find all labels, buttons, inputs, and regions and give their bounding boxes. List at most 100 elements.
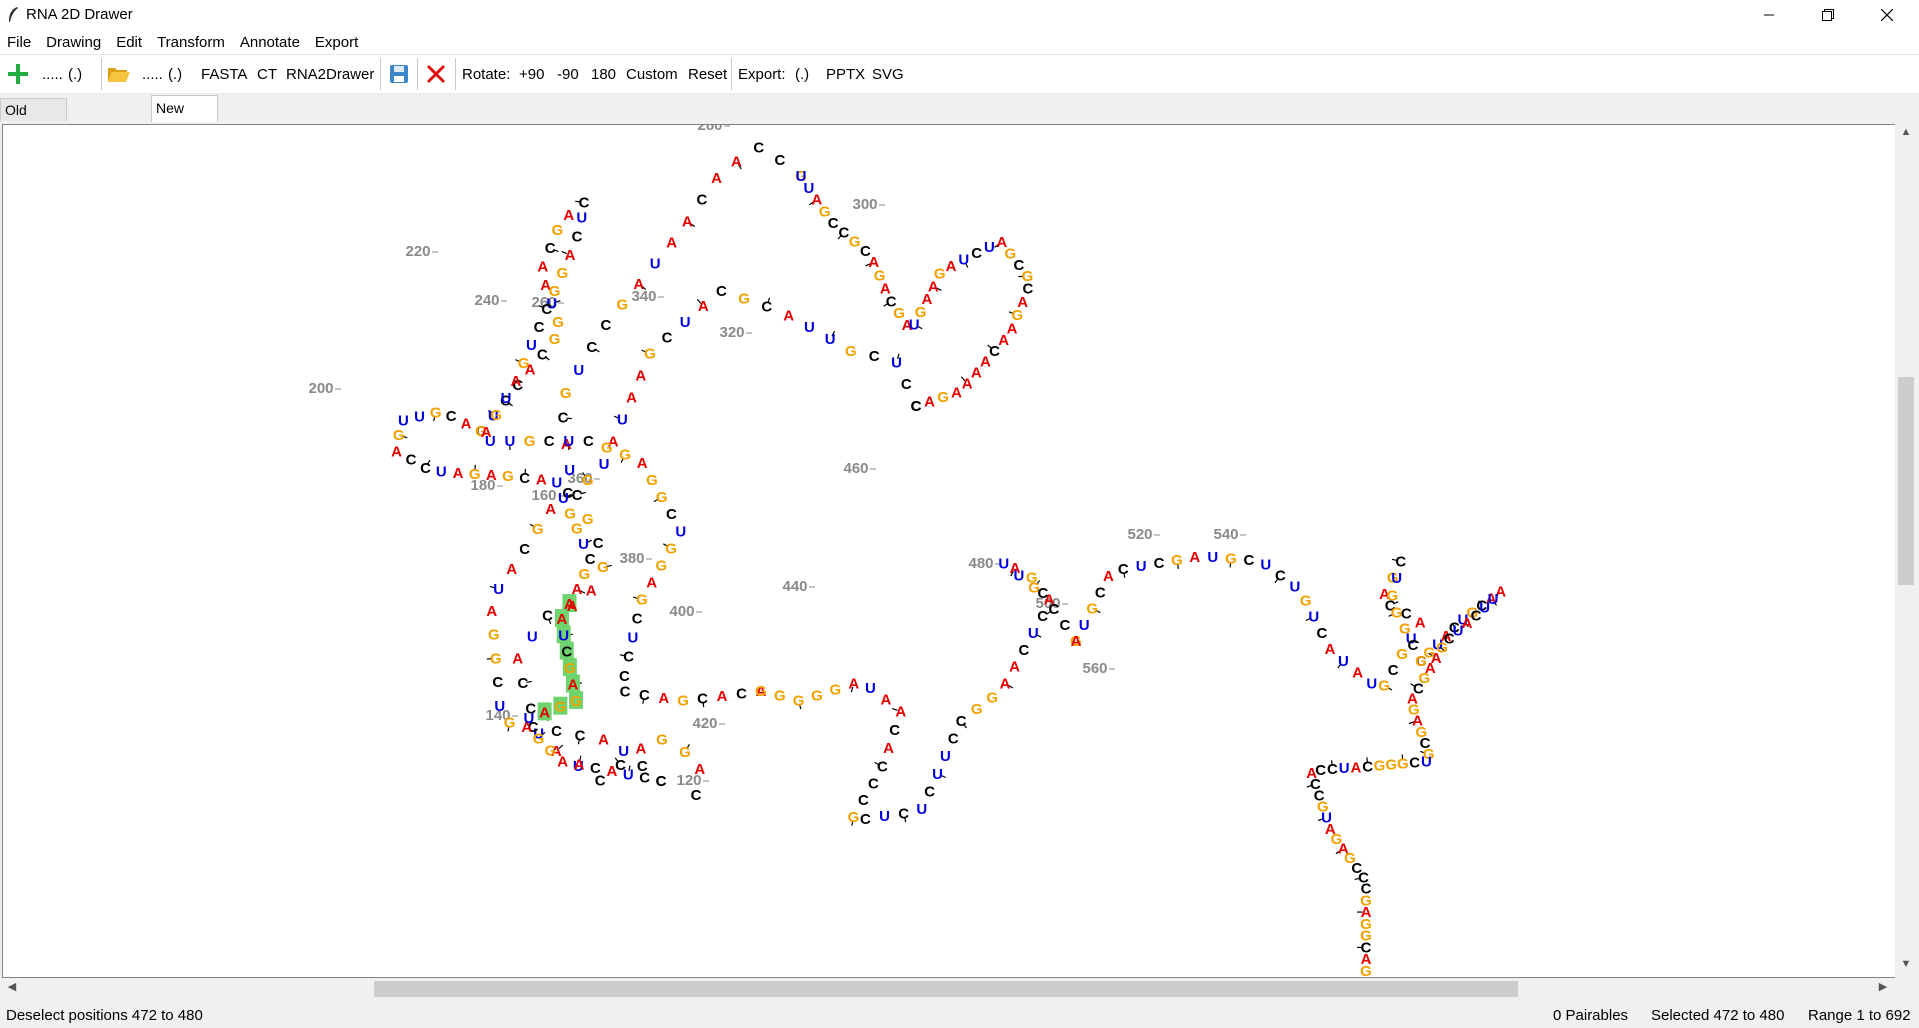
nucleotide[interactable]: G bbox=[579, 566, 591, 583]
nucleotide[interactable]: A bbox=[598, 732, 609, 749]
nucleotide[interactable]: U bbox=[617, 412, 628, 429]
nucleotide[interactable]: C bbox=[1362, 758, 1373, 775]
save-button[interactable] bbox=[389, 55, 409, 93]
rna-structure-drawing[interactable]: 120140160180200220240 2602803003203403603… bbox=[3, 125, 1896, 977]
nucleotide[interactable]: C bbox=[1244, 552, 1255, 569]
nucleotide[interactable]: G bbox=[1386, 588, 1398, 605]
nucleotide[interactable]: C bbox=[572, 229, 583, 246]
nucleotide[interactable]: U bbox=[504, 433, 515, 450]
nucleotide[interactable]: U bbox=[804, 319, 815, 336]
tab-new-structure[interactable]: New PEMV-2 Structure bbox=[151, 95, 218, 166]
nucleotide[interactable]: C bbox=[1327, 761, 1338, 778]
nucleotide[interactable]: U bbox=[1028, 625, 1039, 642]
nucleotide[interactable]: A bbox=[539, 704, 550, 721]
close-button[interactable] bbox=[1864, 0, 1910, 30]
open-rna2drawer-button[interactable]: RNA2Drawer bbox=[286, 55, 374, 93]
nucleotide[interactable]: U bbox=[1136, 558, 1147, 575]
nucleotide[interactable]: U bbox=[1339, 760, 1350, 777]
nucleotide[interactable]: G bbox=[656, 489, 668, 506]
nucleotide[interactable]: G bbox=[552, 222, 564, 239]
nucleotide[interactable]: G bbox=[430, 404, 442, 421]
nucleotide[interactable]: A bbox=[606, 763, 617, 780]
open-button[interactable] bbox=[107, 55, 131, 93]
horizontal-scrollbar[interactable]: ◀ ▶ bbox=[0, 978, 1895, 1000]
nucleotide[interactable]: G bbox=[1360, 963, 1372, 977]
nucleotide[interactable]: G bbox=[1300, 592, 1312, 609]
nucleotide[interactable]: U bbox=[680, 314, 691, 331]
nucleotide[interactable]: G bbox=[571, 521, 583, 538]
nucleotide[interactable]: A bbox=[565, 247, 576, 264]
nucleotide[interactable]: A bbox=[1350, 759, 1361, 776]
nucleotide[interactable]: C bbox=[492, 674, 503, 691]
nucleotide[interactable]: U bbox=[1338, 653, 1349, 670]
nucleotide[interactable]: G bbox=[619, 447, 631, 464]
nucleotide[interactable]: G bbox=[679, 744, 691, 761]
nucleotide[interactable]: G bbox=[502, 468, 514, 485]
nucleotide[interactable]: U bbox=[998, 555, 1009, 572]
nucleotide[interactable]: G bbox=[518, 355, 530, 372]
nucleotide[interactable]: G bbox=[1378, 678, 1390, 695]
new-dotbracket-button[interactable]: (.) bbox=[68, 55, 82, 93]
nucleotide[interactable]: A bbox=[711, 170, 722, 187]
menu-drawing[interactable]: Drawing bbox=[39, 34, 109, 51]
nucleotide[interactable]: C bbox=[828, 215, 839, 232]
nucleotide[interactable]: C bbox=[1018, 642, 1029, 659]
vertical-scrollbar[interactable]: ▲ ▼ bbox=[1895, 124, 1917, 978]
nucleotide[interactable]: C bbox=[541, 301, 552, 318]
nucleotide[interactable]: G bbox=[934, 266, 946, 283]
nucleotide[interactable]: C bbox=[956, 713, 967, 730]
nucleotide[interactable]: U bbox=[958, 252, 969, 269]
nucleotide[interactable]: C bbox=[1049, 601, 1060, 618]
nucleotide[interactable]: U bbox=[825, 331, 836, 348]
nucleotide[interactable]: C bbox=[544, 433, 555, 450]
nucleotide[interactable]: G bbox=[393, 427, 405, 444]
nucleotide[interactable]: U bbox=[564, 462, 575, 479]
nucleotide[interactable]: A bbox=[717, 688, 728, 705]
nucleotide[interactable]: G bbox=[755, 683, 767, 700]
nucleotide[interactable]: A bbox=[694, 761, 705, 778]
nucleotide[interactable]: A bbox=[731, 153, 742, 170]
nucleotide[interactable]: G bbox=[490, 407, 502, 424]
nucleotide[interactable]: A bbox=[682, 214, 693, 231]
nucleotide[interactable]: A bbox=[883, 740, 894, 757]
nucleotide[interactable]: A bbox=[586, 583, 597, 600]
nucleotide[interactable]: C bbox=[1154, 555, 1165, 572]
nucleotide[interactable]: U bbox=[398, 412, 409, 429]
nucleotide[interactable]: G bbox=[564, 505, 576, 522]
nucleotide[interactable]: G bbox=[849, 234, 861, 251]
nucleotide[interactable]: C bbox=[1037, 608, 1048, 625]
nucleotide[interactable]: G bbox=[1225, 550, 1237, 567]
nucleotide[interactable]: G bbox=[555, 699, 567, 716]
nucleotide[interactable]: C bbox=[561, 644, 572, 661]
nucleotide[interactable]: A bbox=[637, 455, 648, 472]
nucleotide[interactable]: U bbox=[1207, 549, 1218, 566]
rotate-plus-90-button[interactable]: +90 bbox=[519, 55, 544, 93]
nucleotide[interactable]: G bbox=[524, 433, 536, 450]
nucleotide[interactable]: C bbox=[948, 730, 959, 747]
nucleotide[interactable]: A bbox=[557, 611, 568, 628]
export-svg-button[interactable]: SVG bbox=[872, 55, 904, 93]
nucleotide[interactable]: A bbox=[698, 298, 709, 315]
nucleotide[interactable]: A bbox=[626, 390, 637, 407]
nucleotide[interactable]: A bbox=[564, 596, 575, 613]
nucleotide[interactable]: A bbox=[1415, 615, 1426, 632]
nucleotide[interactable]: A bbox=[574, 757, 585, 774]
nucleotide[interactable]: C bbox=[1038, 585, 1049, 602]
nucleotide[interactable]: G bbox=[1397, 755, 1409, 772]
nucleotide[interactable]: C bbox=[898, 805, 909, 822]
nucleotide[interactable]: A bbox=[461, 416, 472, 433]
nucleotide[interactable]: A bbox=[633, 276, 644, 293]
nucleotide[interactable]: G bbox=[601, 439, 613, 456]
nucleotide[interactable]: U bbox=[558, 490, 569, 507]
nucleotide[interactable]: A bbox=[636, 740, 647, 757]
nucleotide[interactable]: A bbox=[946, 258, 957, 275]
menu-edit[interactable]: Edit bbox=[109, 34, 150, 51]
nucleotide[interactable]: C bbox=[620, 684, 631, 701]
nucleotide[interactable]: G bbox=[1026, 569, 1038, 586]
nucleotide[interactable]: U bbox=[576, 210, 587, 227]
nucleotide[interactable]: C bbox=[1388, 662, 1399, 679]
nucleotide[interactable]: U bbox=[563, 433, 574, 450]
nucleotide[interactable]: U bbox=[891, 354, 902, 371]
nucleotide[interactable]: A bbox=[563, 207, 574, 224]
nucleotide[interactable]: A bbox=[486, 467, 497, 484]
